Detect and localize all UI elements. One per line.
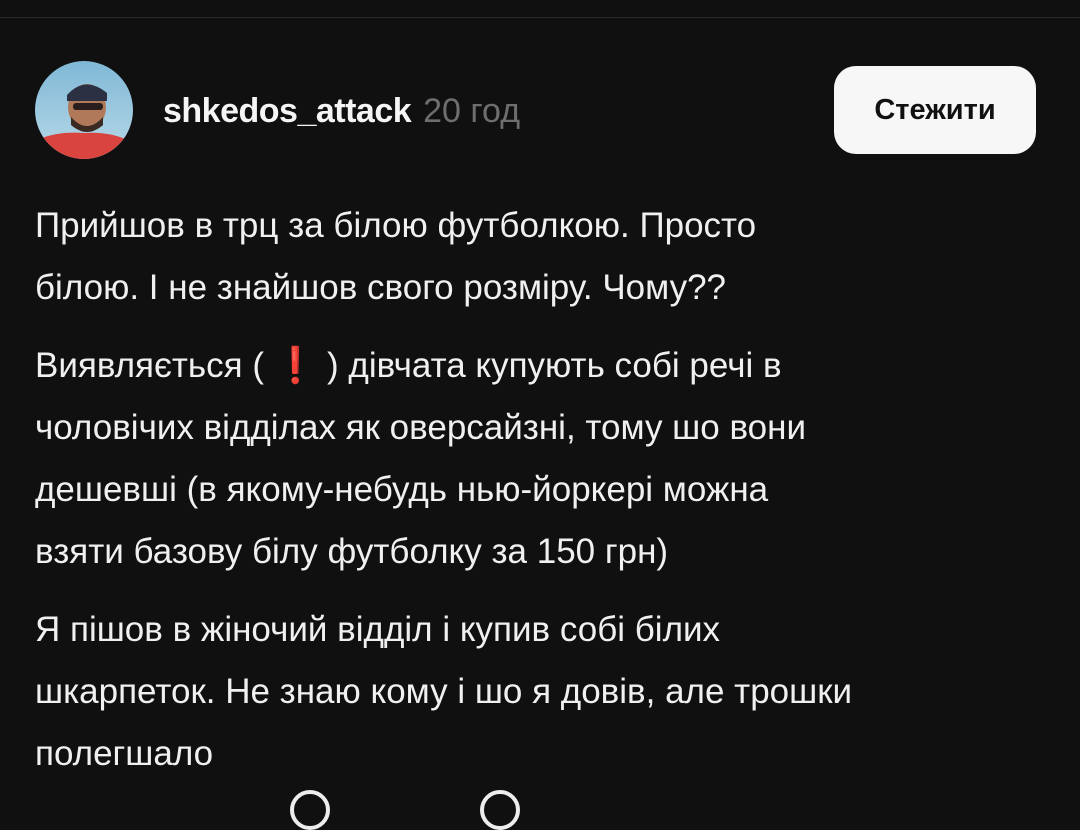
text-line: Прийшов в трц за білою футболкою. Просто	[35, 206, 757, 245]
text-fragment: ) дівчата купують собі речі в	[327, 346, 782, 385]
post-text: Прийшов в трц за білою футболкою. Просто…	[35, 195, 1045, 801]
exclamation-emoji-icon: ❗	[273, 346, 318, 385]
username[interactable]: shkedos_attack	[163, 92, 412, 131]
follow-button[interactable]: Стежити	[834, 66, 1036, 154]
paragraph-1: Прийшов в трц за білою футболкою. Просто…	[35, 195, 1045, 319]
comment-icon[interactable]	[480, 790, 520, 830]
text-line: взяти базову білу футболку за 150 грн)	[35, 532, 669, 571]
avatar-photo-icon	[35, 61, 133, 159]
timestamp: 20 год	[423, 91, 521, 130]
text-line: білою. І не знайшов свого розміру. Чому?…	[35, 268, 726, 307]
text-line: дешевші (в якому-небудь нью-йоркері можн…	[35, 470, 769, 509]
text-line: чоловічих відділах як оверсайзні, тому ш…	[35, 408, 806, 447]
post-header: shkedos_attack 20 год	[163, 86, 520, 136]
text-line: Я пішов в жіночий відділ і купив собі бі…	[35, 610, 721, 649]
paragraph-2: Виявляється ( ❗ ) дівчата купують собі р…	[35, 335, 1045, 583]
action-bar	[290, 790, 520, 830]
avatar[interactable]	[35, 61, 133, 159]
text-line: шкарпеток. Не знаю кому і шо я довів, ал…	[35, 672, 853, 711]
text-line: Виявляється ( ❗ ) дівчата купують собі р…	[35, 335, 1045, 397]
thread-post: shkedos_attack 20 год Стежити Прийшов в …	[0, 0, 1080, 830]
text-line: полегшало	[35, 734, 214, 773]
text-fragment: Виявляється (	[35, 346, 264, 385]
like-icon[interactable]	[290, 790, 330, 830]
paragraph-3: Я пішов в жіночий відділ і купив собі бі…	[35, 599, 1045, 785]
